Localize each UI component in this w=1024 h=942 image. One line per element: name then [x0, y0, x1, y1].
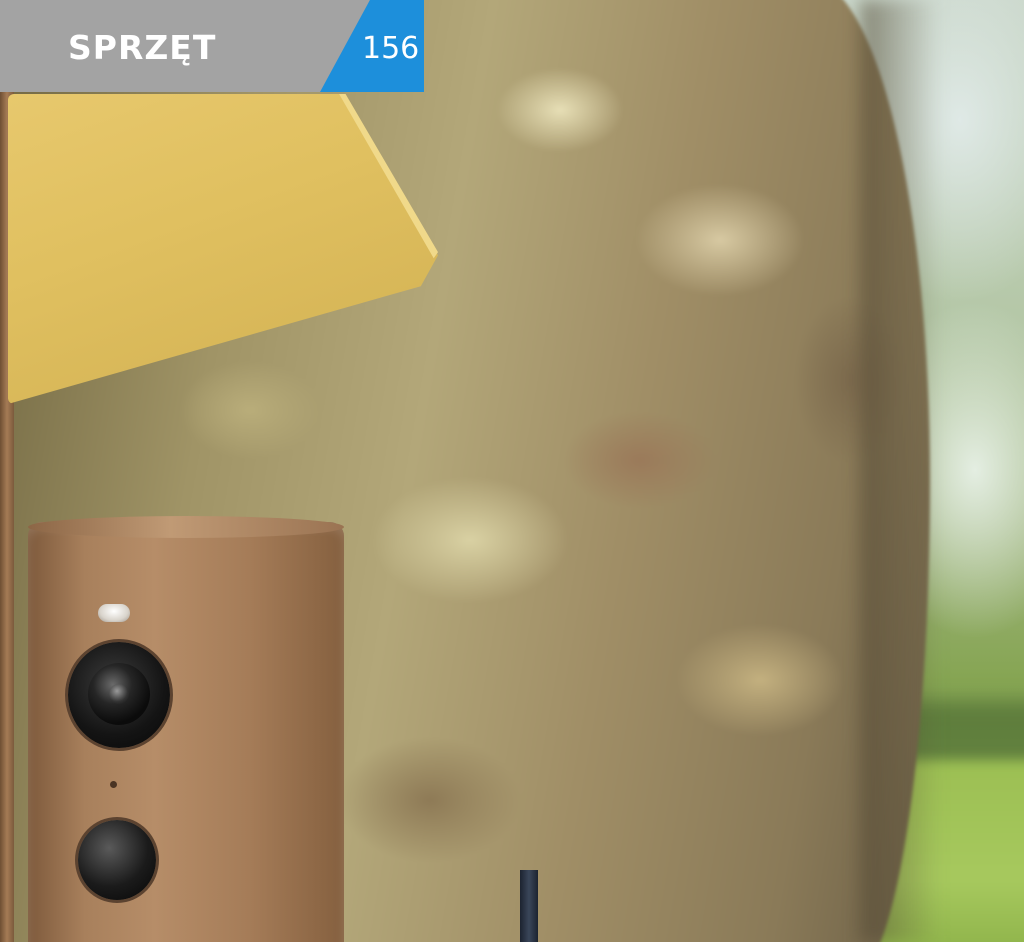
camera-led-icon [98, 604, 130, 622]
section-label: SPRZĘT [68, 28, 217, 67]
security-camera-body [28, 522, 344, 942]
cable [520, 870, 538, 942]
camera-top-rim [28, 516, 344, 538]
photo-scene [0, 0, 1024, 942]
camera-lens-core [109, 684, 129, 704]
page-number: 156 [362, 31, 420, 66]
microphone-icon [110, 781, 117, 788]
motion-sensor-icon [78, 820, 156, 900]
trunk-edge-shadow [860, 0, 940, 942]
